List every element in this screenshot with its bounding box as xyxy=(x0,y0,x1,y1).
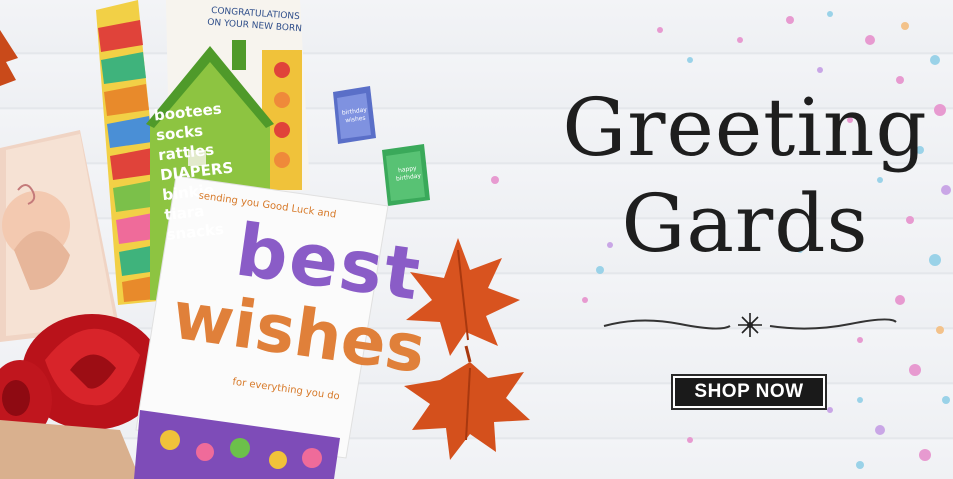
greeting-cards-banner[interactable]: CONGRATULATIONS ON YOUR NEW BORN bootees… xyxy=(0,0,953,479)
title-line-gards: Gards xyxy=(621,177,869,270)
shop-now-button[interactable]: SHOP NOW xyxy=(671,374,827,410)
flourish-divider xyxy=(603,313,897,337)
banner-title: Greeting Gards xyxy=(560,80,930,272)
title-line-greeting: Greeting xyxy=(562,81,928,174)
leaf-fragment-top-left xyxy=(0,30,18,86)
baby-photo-card xyxy=(0,130,118,342)
